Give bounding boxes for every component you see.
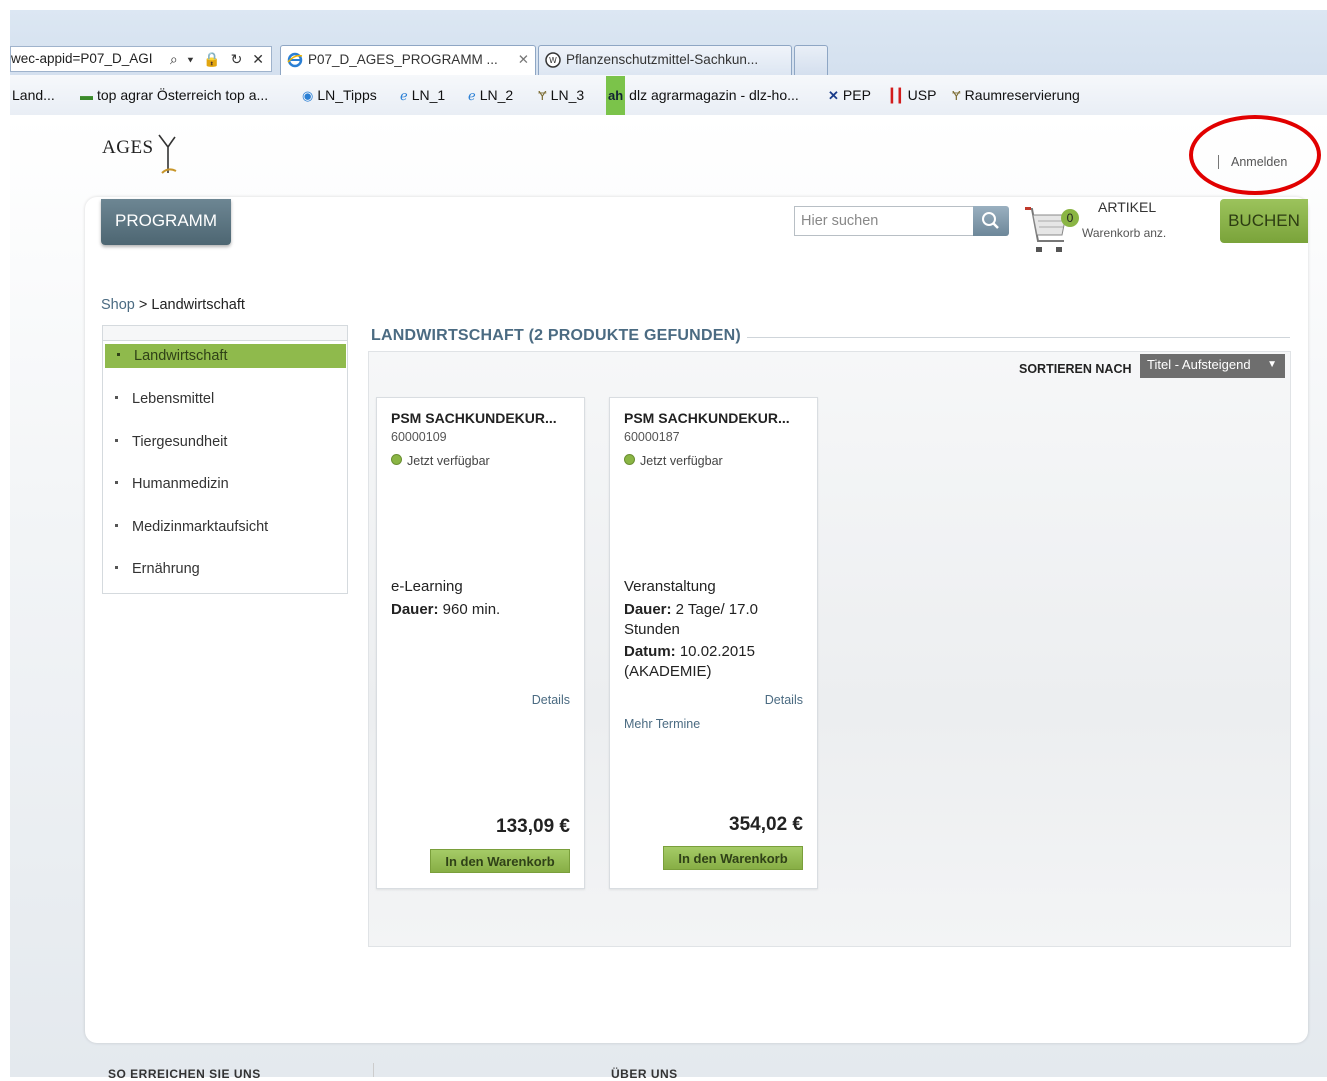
main-card: PROGRAMM Hier suchen 0 ARTIKEL Warenkorb… [85,197,1308,1043]
category-sidebar: Landwirtschaft Lebensmittel Tiergesundhe… [102,325,348,594]
bullet-icon [115,524,118,528]
product-type: Veranstaltung [624,578,716,595]
cart-count-badge: 0 [1061,209,1079,227]
ages-icon: Ɏ [952,88,961,103]
details-link[interactable]: Details [765,693,803,707]
favorite-item[interactable]: Ɏ LN_3 [538,75,584,115]
footer-divider [373,1063,374,1077]
product-number: 60000109 [391,430,447,444]
close-icon[interactable]: ✕ [518,46,529,74]
search-input[interactable]: Hier suchen [794,206,974,236]
product-name[interactable]: PSM SACHKUNDEKUR... [391,410,557,426]
product-date: Datum: 10.02.2015 (AKADEMIE) [624,643,755,680]
sidebar-item-humanmedizin[interactable]: Humanmedizin [103,472,347,496]
tab-pflanzenschutz[interactable]: W Pflanzenschutzmittel-Sachkun... [538,45,792,75]
sidebar-item-ernaehrung[interactable]: Ernährung [103,557,347,581]
product-price: 354,02 € [729,814,803,835]
tab-ages-programm[interactable]: P07_D_AGES_PROGRAMM ... ✕ [280,45,536,75]
topagrar-icon: ▬ [80,88,93,103]
globe-icon: ◉ [302,88,314,103]
ages-logo[interactable]: AGES [102,137,154,159]
view-cart-link[interactable]: Warenkorb anz. [1082,226,1166,240]
product-card: PSM SACHKUNDEKUR... 60000187 Jetzt verfü… [609,397,818,889]
ah-icon: ah [606,76,626,115]
favorite-item[interactable]: ℯ LN_2 [468,75,513,115]
sidebar-item-lebensmittel[interactable]: Lebensmittel [103,387,347,411]
sidebar-item-landwirtschaft[interactable]: Landwirtschaft [105,344,346,368]
product-name[interactable]: PSM SACHKUNDEKUR... [624,410,790,426]
details-link[interactable]: Details [532,693,570,707]
availability-dot-icon [624,454,635,465]
sidebar-item-tiergesundheit[interactable]: Tiergesundheit [103,430,347,454]
address-url[interactable]: wec-appid=P07_D_AGI [11,51,152,66]
breadcrumb-separator: > [138,297,148,313]
buchen-button[interactable]: BUCHEN [1220,199,1308,243]
footer-heading-about: ÜBER UNS [611,1067,678,1081]
search-icon [982,212,999,229]
sidebar-item-medizinmarktaufsicht[interactable]: Medizinmarktaufsicht [103,515,347,539]
bullet-icon [115,481,118,485]
tab-label: Pflanzenschutzmittel-Sachkun... [566,52,759,67]
bullet-icon [117,353,120,357]
svg-text:W: W [549,56,557,65]
sort-label: SORTIEREN NACH [1019,362,1132,376]
search-button[interactable] [973,206,1009,236]
address-controls[interactable]: ⌕ ▾ 🔒 ↻ ✕ [170,47,267,71]
product-type: e-Learning [391,578,463,595]
browser-chrome: wec-appid=P07_D_AGI ⌕ ▾ 🔒 ↻ ✕ P07_D_AGES… [10,10,1327,116]
cart-title: ARTIKEL [1098,199,1157,215]
tab-label: P07_D_AGES_PROGRAMM ... [308,52,498,67]
availability-dot-icon [391,454,402,465]
breadcrumb-shop-link[interactable]: Shop [101,297,135,313]
usp-icon: ┃┃ [888,88,904,103]
chevron-down-icon: ▼ [1267,359,1277,370]
results-divider [747,337,1290,338]
favorite-item[interactable]: Ɏ Raumreservierung [952,75,1080,115]
web-page-icon: W [545,52,561,69]
ages-logo-mark-icon [158,134,177,174]
bullet-icon [115,396,118,400]
ie-icon: ℯ [400,88,408,103]
ie-icon [287,53,303,68]
product-card: PSM SACHKUNDEKUR... 60000109 Jetzt verfü… [376,397,585,889]
ie-icon: ℯ [468,88,476,103]
breadcrumb: Shop > Landwirtschaft [101,297,245,313]
new-tab-button[interactable] [794,45,828,75]
pep-icon: ✕ [828,88,839,103]
favorite-item[interactable]: ▬ top agrar Österreich top a... [80,75,268,115]
results-title: LANDWIRTSCHAFT (2 PRODUKTE GEFUNDEN) [371,327,741,344]
bullet-icon [115,439,118,443]
favorite-item[interactable]: ┃┃ USP [888,75,936,115]
ages-icon: Ɏ [538,88,547,103]
favorite-item[interactable]: ah dlz agrarmagazin - dlz-ho... [606,75,799,115]
favorite-item[interactable]: Land... [12,75,55,115]
footer: SO ERREICHEN SIE UNS ÜBER UNS [85,1055,1308,1081]
programm-button[interactable]: PROGRAMM [101,199,231,245]
bullet-icon [115,566,118,570]
sidebar-top-strip [103,326,347,341]
favorite-item[interactable]: ℯ LN_1 [400,75,445,115]
product-number: 60000187 [624,430,680,444]
availability: Jetzt verfügbar [624,454,723,468]
favorite-item[interactable]: ◉ LN_Tipps [302,75,377,115]
more-dates-link[interactable]: Mehr Termine [624,717,700,731]
breadcrumb-current: Landwirtschaft [151,297,245,313]
footer-heading-contact: SO ERREICHEN SIE UNS [108,1067,261,1081]
product-duration: Dauer: 2 Tage/ 17.0 Stunden [624,601,758,638]
page: AGES Anmelden PROGRAMM Hier suchen 0 ART… [10,115,1327,1081]
favorites-bar: Land... ▬ top agrar Österreich top a... ◉… [10,75,1327,116]
sort-select[interactable]: Titel - Aufsteigend ▼ [1140,354,1285,378]
annotation-circle [1189,115,1321,195]
sort-value: Titel - Aufsteigend [1147,357,1251,372]
product-price: 133,09 € [496,816,570,837]
availability: Jetzt verfügbar [391,454,490,468]
address-bar[interactable]: wec-appid=P07_D_AGI ⌕ ▾ 🔒 ↻ ✕ [10,46,272,72]
add-to-cart-button[interactable]: In den Warenkorb [430,849,570,873]
add-to-cart-button[interactable]: In den Warenkorb [663,846,803,870]
favorite-item[interactable]: ✕ PEP [828,75,871,115]
product-duration: Dauer: 960 min. [391,601,501,618]
